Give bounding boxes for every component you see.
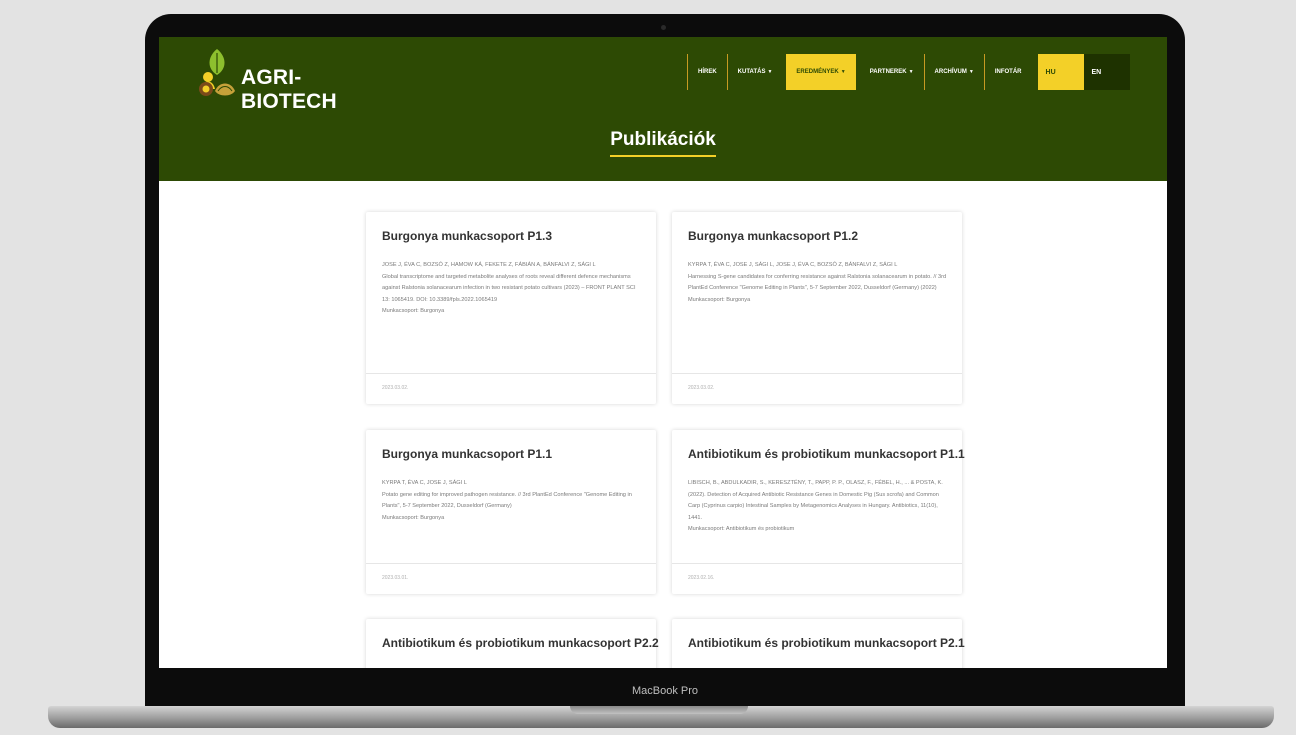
- site-header: AGRI-BIOTECH HÍREK KUTATÁS ▼ EREDMÉNYEK …: [159, 37, 1167, 181]
- card-title[interactable]: Burgonya munkacsoport P1.1: [382, 447, 552, 461]
- card-title[interactable]: Burgonya munkacsoport P1.2: [688, 229, 858, 243]
- nav-item-label: HÍREK: [698, 69, 717, 75]
- card-group: Munkacsoport: Burgonya: [382, 514, 445, 521]
- card-date: 2023.03.02.: [382, 385, 409, 391]
- nav-item-infotar[interactable]: INFOTÁR: [983, 54, 1032, 90]
- card-date: 2023.03.02.: [688, 385, 715, 391]
- card-body: KYRPA T, ÉVA C, JOSE J, SÁGI L Potato ge…: [382, 478, 644, 524]
- leaf-logo-icon: [199, 49, 235, 96]
- card-authors: JOSE J, ÉVA C, BOZSÓ Z, HAMOW KÁ, FEKETE…: [382, 262, 596, 268]
- nav-item-archivum[interactable]: ARCHÍVUM ▼: [923, 54, 984, 90]
- main-nav: HÍREK KUTATÁS ▼ EREDMÉNYEK ▼ PARTNEREK ▼…: [687, 54, 1130, 90]
- publication-card[interactable]: Burgonya munkacsoport P1.3 JOSE J, ÉVA C…: [366, 212, 656, 404]
- page-title: Publikációk: [159, 129, 1167, 157]
- card-body: JOSE J, ÉVA C, BOZSÓ Z, HAMOW KÁ, FEKETE…: [382, 260, 644, 318]
- card-title[interactable]: Antibiotikum és probiotikum munkacsoport…: [688, 447, 965, 461]
- card-footer: 2023.02.16.: [672, 563, 962, 594]
- card-date: 2023.02.16.: [688, 575, 715, 581]
- card-footer: 2023.03.01.: [366, 563, 656, 594]
- caret-down-icon: ▼: [968, 69, 974, 75]
- publication-card[interactable]: Antibiotikum és probiotikum munkacsoport…: [672, 619, 965, 668]
- language-hu-button[interactable]: HU: [1037, 54, 1084, 90]
- caret-down-icon: ▼: [908, 69, 914, 75]
- browser-screen: AGRI-BIOTECH HÍREK KUTATÁS ▼ EREDMÉNYEK …: [159, 37, 1167, 668]
- card-group: Munkacsoport: Burgonya: [382, 308, 445, 314]
- publication-card[interactable]: Burgonya munkacsoport P1.1 KYRPA T, ÉVA …: [366, 430, 656, 594]
- nav-item-eredmenyek[interactable]: EREDMÉNYEK ▼: [786, 54, 856, 90]
- nav-item-partnerek[interactable]: PARTNEREK ▼: [860, 54, 924, 90]
- caret-down-icon: ▼: [840, 69, 846, 75]
- nav-item-label: EREDMÉNYEK: [796, 69, 839, 75]
- card-group: Munkacsoport: Burgonya: [688, 296, 751, 303]
- laptop-notch: [570, 706, 748, 714]
- card-group: Munkacsoport: Antibiotikum és probiotiku…: [688, 526, 795, 532]
- card-body: KYRPA T, ÉVA C, JOSE J, SÁGI L, JOSE J, …: [688, 260, 950, 306]
- device-label: MacBook Pro: [631, 685, 699, 697]
- card-title[interactable]: Antibiotikum és probiotikum munkacsoport…: [382, 636, 659, 650]
- language-switcher: HU EN: [1037, 54, 1130, 90]
- card-text: Harnessing S-gene candidates for conferr…: [688, 273, 947, 292]
- nav-item-label: ARCHÍVUM: [934, 69, 967, 75]
- card-footer: 2023.03.02.: [672, 373, 962, 404]
- card-title[interactable]: Burgonya munkacsoport P1.3: [382, 229, 552, 243]
- publication-card[interactable]: Burgonya munkacsoport P1.2 KYRPA T, ÉVA …: [672, 212, 962, 404]
- nav-item-kutatas[interactable]: KUTATÁS ▼: [726, 54, 783, 90]
- card-title[interactable]: Antibiotikum és probiotikum munkacsoport…: [688, 636, 965, 650]
- card-date: 2023.03.01.: [382, 575, 409, 581]
- card-text: Global transcriptome and targeted metabo…: [382, 273, 636, 303]
- card-body: LIBISCH, B., ABDULKADIR, S., KERESZTÉNY,…: [688, 478, 950, 536]
- page-title-text: Publikációk: [610, 129, 716, 157]
- laptop-chin: MacBook Pro: [145, 668, 1185, 708]
- card-authors: KYRPA T, ÉVA C, JOSE J, SÁGI L: [382, 480, 467, 486]
- publication-card[interactable]: Antibiotikum és probiotikum munkacsoport…: [366, 619, 659, 668]
- card-footer: 2023.03.02.: [366, 373, 656, 404]
- language-en-button[interactable]: EN: [1083, 54, 1130, 90]
- site-name: AGRI-BIOTECH: [241, 66, 337, 113]
- nav-item-label: KUTATÁS: [737, 69, 766, 75]
- card-text: Potato gene editing for improved pathoge…: [382, 491, 632, 510]
- nav-item-label: PARTNEREK: [869, 69, 907, 75]
- camera-icon: [661, 25, 666, 30]
- nav-item-label: INFOTÁR: [994, 69, 1022, 75]
- card-text: LIBISCH, B., ABDULKADIR, S., KERESZTÉNY,…: [688, 480, 943, 521]
- publication-card[interactable]: Antibiotikum és probiotikum munkacsoport…: [672, 430, 965, 594]
- caret-down-icon: ▼: [767, 69, 773, 75]
- card-authors: KYRPA T, ÉVA C, JOSE J, SÁGI L, JOSE J, …: [688, 262, 898, 268]
- nav-item-hirek[interactable]: HÍREK: [687, 54, 727, 90]
- site-logo[interactable]: AGRI-BIOTECH: [197, 45, 397, 113]
